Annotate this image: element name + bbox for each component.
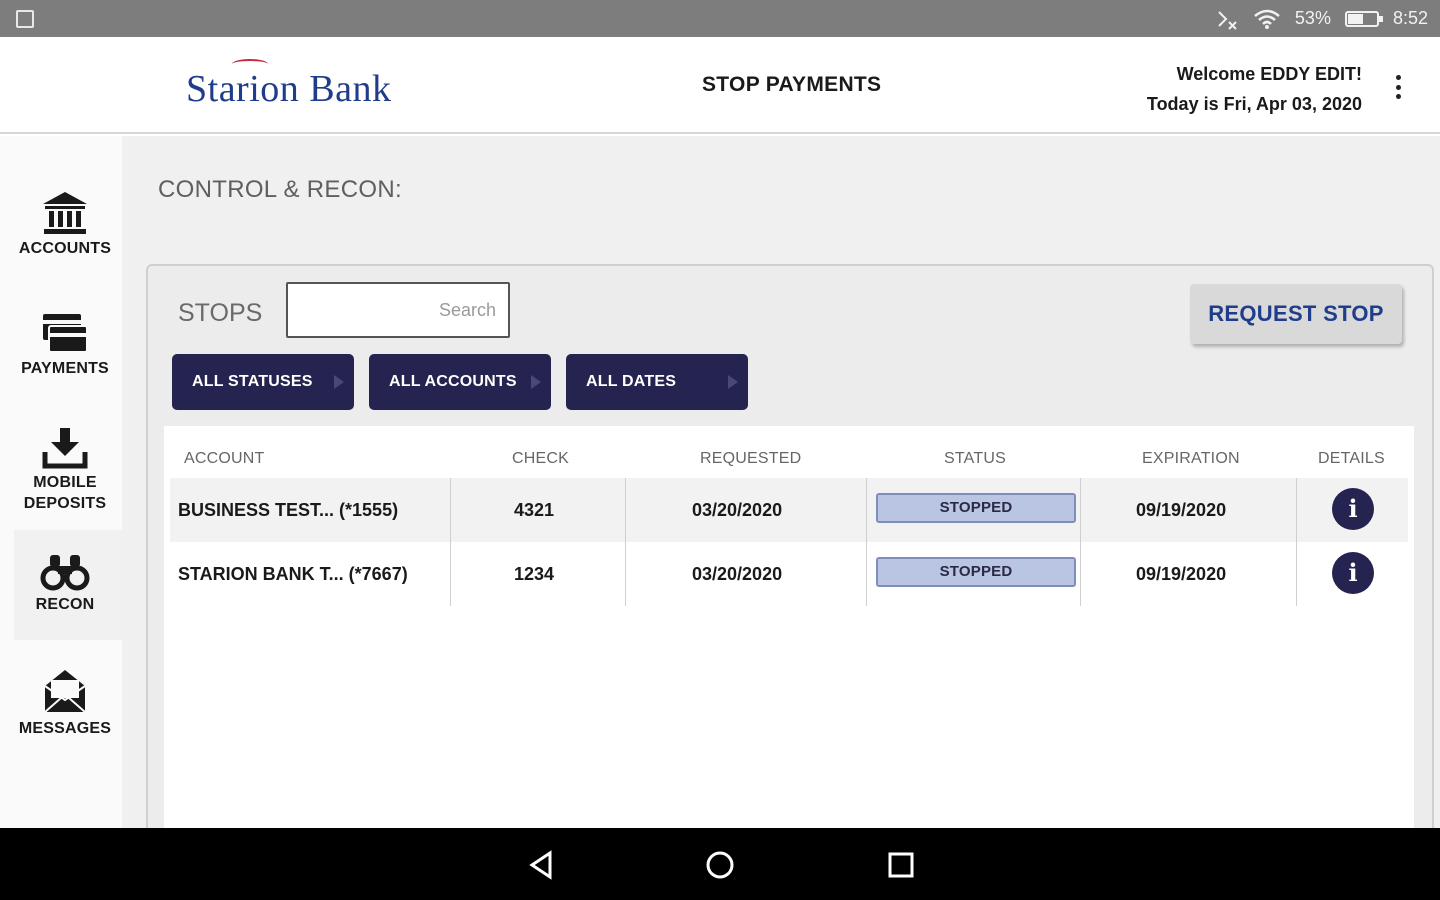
stops-label: STOPS	[178, 299, 263, 327]
section-title: CONTROL & RECON:	[158, 176, 402, 203]
caret-right-icon	[334, 375, 344, 389]
table-row[interactable]: BUSINESS TEST... (*1555) 4321 03/20/2020…	[170, 478, 1408, 542]
wifi-icon	[1254, 9, 1280, 29]
binoculars-icon	[40, 555, 90, 591]
bank-icon	[43, 192, 87, 234]
filter-all-dates[interactable]: ALL DATES	[566, 354, 748, 410]
column-header-details: DETAILS	[1318, 450, 1385, 467]
status-badge: STOPPED	[876, 557, 1076, 587]
status-badge: STOPPED	[876, 493, 1076, 523]
request-stop-button[interactable]: REQUEST STOP	[1190, 284, 1402, 344]
welcome-block: Welcome EDDY EDIT! Today is Fri, Apr 03,…	[1147, 59, 1362, 119]
filter-all-accounts[interactable]: ALL ACCOUNTS	[369, 354, 551, 410]
sidebar-item-label: MESSAGES	[18, 720, 112, 737]
info-icon[interactable]: i	[1332, 488, 1374, 530]
column-header-status: STATUS	[944, 450, 1006, 467]
column-header-check: CHECK	[512, 450, 570, 467]
sidebar-item-recon[interactable]: RECON	[0, 552, 130, 615]
clock: 8:52	[1392, 8, 1428, 28]
table-row[interactable]: STARION BANK T... (*7667) 1234 03/20/202…	[170, 542, 1408, 606]
page-title: STOP PAYMENTS	[702, 73, 882, 96]
logo-swoosh	[232, 59, 268, 69]
filter-all-statuses[interactable]: ALL STATUSES	[172, 354, 354, 410]
check-cell: 4321	[514, 499, 555, 520]
battery-percent: 53%	[1294, 8, 1331, 28]
column-header-expiration: EXPIRATION	[1142, 450, 1240, 467]
expiration-cell: 09/19/2020	[1136, 499, 1227, 520]
status-bar: 53% 8:52	[0, 0, 1440, 37]
recents-icon[interactable]	[886, 850, 916, 880]
search-input[interactable]	[286, 282, 510, 338]
requested-cell: 03/20/2020	[692, 499, 783, 520]
sidebar: ACCOUNTS PAYMENTS MOBILE DEPOSITS RECON	[0, 136, 138, 828]
sidebar-item-label: PAYMENTS	[21, 360, 109, 377]
sidebar-item-messages[interactable]: MESSAGES	[0, 668, 130, 739]
logo-text: Starion Bank	[186, 68, 392, 110]
app-header: Starion Bank STOP PAYMENTS Welcome EDDY …	[0, 37, 1440, 134]
sidebar-item-label: ACCOUNTS	[18, 240, 112, 257]
caret-right-icon	[531, 375, 541, 389]
caret-right-icon	[728, 375, 738, 389]
back-icon[interactable]	[526, 850, 556, 880]
check-cell: 1234	[514, 563, 555, 584]
stops-panel: STOPS REQUEST STOP ALL STATUSES ALL ACCO…	[146, 264, 1434, 866]
bank-logo[interactable]: Starion Bank	[186, 59, 392, 111]
sidebar-item-label: RECON	[35, 596, 95, 613]
sidebar-item-label: MOBILE DEPOSITS	[23, 474, 107, 512]
column-header-account: ACCOUNT	[184, 450, 265, 467]
notification-icon	[16, 10, 34, 28]
system-nav-bar	[0, 828, 1440, 900]
status-bar-right: 53% 8:52	[1213, 0, 1428, 37]
stops-table: ACCOUNT CHECK REQUESTED STATUS EXPIRATIO…	[164, 426, 1414, 866]
filter-label: ALL ACCOUNTS	[389, 373, 517, 390]
info-icon[interactable]: i	[1332, 552, 1374, 594]
deposit-icon	[42, 428, 88, 469]
sidebar-item-accounts[interactable]: ACCOUNTS	[0, 190, 130, 259]
sidebar-item-payments[interactable]: PAYMENTS	[0, 312, 130, 379]
envelope-icon	[44, 670, 86, 713]
account-cell: STARION BANK T... (*7667)	[178, 563, 408, 584]
overflow-menu-icon[interactable]	[1390, 75, 1406, 99]
welcome-text: Welcome EDDY EDIT!	[1176, 64, 1362, 84]
sidebar-item-mobile-deposits[interactable]: MOBILE DEPOSITS	[0, 426, 130, 514]
battery-icon	[1344, 10, 1383, 27]
filter-label: ALL STATUSES	[192, 373, 313, 390]
payments-icon	[43, 314, 88, 353]
expiration-cell: 09/19/2020	[1136, 563, 1227, 584]
date-text: Today is Fri, Apr 03, 2020	[1146, 94, 1362, 114]
account-cell: BUSINESS TEST... (*1555)	[178, 499, 399, 520]
requested-cell: 03/20/2020	[692, 563, 783, 584]
main-content: CONTROL & RECON: STOPS REQUEST STOP ALL …	[122, 136, 1440, 866]
home-icon[interactable]	[705, 850, 735, 880]
bluetooth-off-icon	[1218, 10, 1237, 30]
column-header-requested: REQUESTED	[700, 450, 802, 467]
filter-label: ALL DATES	[586, 373, 677, 390]
